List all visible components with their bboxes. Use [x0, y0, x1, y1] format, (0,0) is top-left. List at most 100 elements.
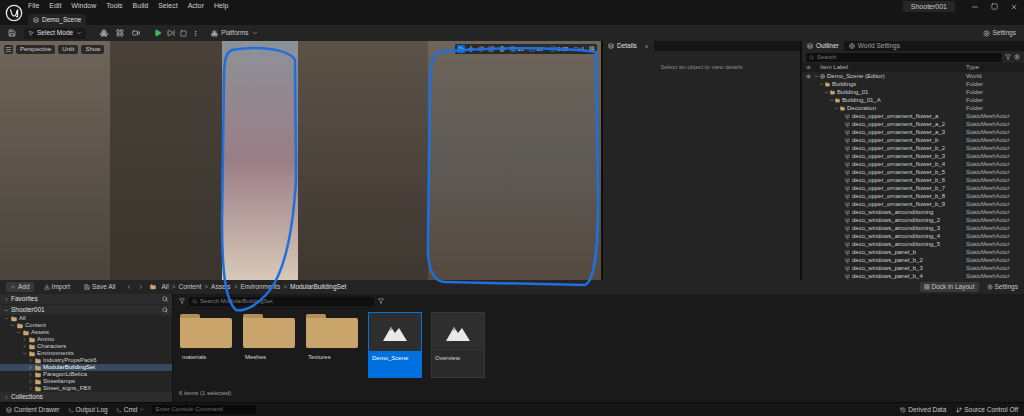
outliner-row[interactable]: deco_upper_ornament_flower_b_9StaticMesh… [802, 200, 1024, 208]
outliner-search[interactable]: Search [806, 53, 1002, 62]
snap-setting[interactable]: 0.25 [550, 45, 569, 54]
expand-arrow-icon[interactable] [28, 365, 33, 370]
column-header[interactable]: Item Label [814, 63, 966, 72]
gear-icon[interactable] [1014, 54, 1020, 60]
menu-item[interactable]: Select [158, 1, 177, 12]
outliner-row[interactable]: deco_windows_airconditioning_5StaticMesh… [802, 240, 1024, 248]
outliner-row[interactable]: deco_windows_panel_b_2StaticMeshActor [802, 256, 1024, 264]
expand-icon[interactable] [4, 308, 9, 313]
eye-icon[interactable] [806, 74, 811, 79]
menu-item[interactable]: Tools [106, 1, 122, 12]
outliner-row[interactable]: deco_windows_airconditioning_2StaticMesh… [802, 216, 1024, 224]
expand-arrow-icon[interactable] [28, 386, 33, 391]
filter-icon[interactable] [179, 298, 185, 304]
folder-tree-item[interactable]: All [0, 315, 172, 322]
save-icon[interactable] [8, 29, 16, 37]
asset-tile[interactable]: Demo_Scene [368, 312, 422, 378]
breadcrumb-item[interactable]: Assets [211, 282, 231, 292]
minimize-icon[interactable] [971, 3, 979, 11]
close-icon[interactable] [1010, 3, 1018, 11]
stop-icon[interactable] [180, 30, 187, 37]
outliner-tab[interactable]: World Settings [844, 41, 905, 51]
outliner-row[interactable]: DecorationFolder [802, 104, 1024, 112]
transform-tool[interactable] [457, 45, 465, 53]
folder-tree-item[interactable]: Streetlamps [0, 378, 172, 385]
world-space-icon[interactable] [499, 46, 505, 52]
expand-arrow-icon[interactable] [829, 98, 834, 103]
menu-item[interactable]: Build [133, 1, 149, 12]
breadcrumb-item[interactable]: Environments [240, 282, 280, 292]
transform-tool[interactable] [467, 45, 475, 53]
cinematics-icon[interactable] [132, 29, 140, 37]
status-button[interactable]: Source Control Off [956, 405, 1018, 415]
status-button[interactable]: Derived Data [900, 405, 946, 415]
outliner-row[interactable]: deco_upper_ornament_flower_b_3StaticMesh… [802, 152, 1024, 160]
outliner-row[interactable]: deco_windows_airconditioning_3StaticMesh… [802, 224, 1024, 232]
view-button[interactable]: Perspective [16, 45, 55, 54]
folder-tree-item[interactable]: Ammo [0, 336, 172, 343]
search-icon[interactable] [162, 296, 168, 302]
folder-tree-item[interactable]: Assets [0, 329, 172, 336]
viewport[interactable]: PerspectiveUnlitShow 10 90° 0.25 4 [0, 41, 601, 280]
outliner-row[interactable]: deco_upper_ornament_flower_b_2StaticMesh… [802, 144, 1024, 152]
favorites-header[interactable]: Favorites [11, 294, 38, 304]
outliner-row[interactable]: Building_01Folder [802, 88, 1024, 96]
level-tab[interactable]: Demo_Scene [28, 14, 86, 25]
outliner-row[interactable]: Demo_Scene (Editor)World [802, 72, 1024, 80]
close-tab-icon[interactable] [644, 44, 649, 49]
dock-button[interactable]: Dock in Layout [920, 282, 979, 292]
status-button[interactable]: Content Drawer [6, 405, 60, 415]
expand-arrow-icon[interactable] [10, 323, 15, 328]
outliner-row[interactable]: deco_windows_panel_b_4StaticMeshActor [802, 272, 1024, 280]
transform-tool[interactable] [487, 45, 495, 53]
breadcrumb-item[interactable]: Content [179, 282, 202, 292]
expand-arrow-icon[interactable] [819, 82, 824, 87]
filter-icon[interactable] [1005, 54, 1011, 60]
expand-arrow-icon[interactable] [22, 351, 27, 356]
menu-item[interactable]: File [28, 1, 39, 12]
cmd-dropdown[interactable]: Cmd [116, 405, 145, 415]
console-input[interactable]: Enter Console Command [152, 405, 256, 414]
status-button[interactable]: Output Log [68, 405, 108, 415]
add-actor-icon[interactable] [100, 29, 108, 37]
viewport-menu-icon[interactable] [4, 45, 13, 54]
folder-tree-item[interactable]: Environments [0, 350, 172, 357]
column-header[interactable]: Type [966, 63, 979, 72]
outliner-row[interactable]: deco_windows_airconditioningStaticMeshAc… [802, 208, 1024, 216]
settings-button[interactable]: Settings [983, 28, 1017, 38]
outliner-row[interactable]: deco_upper_ornament_flower_b_7StaticMesh… [802, 184, 1024, 192]
expand-arrow-icon[interactable] [28, 358, 33, 363]
breadcrumb-item[interactable]: ModularBuildingSet [290, 282, 346, 292]
project-header[interactable]: Shooter001 [11, 305, 45, 315]
outliner-row[interactable]: BuildingsFolder [802, 80, 1024, 88]
maximize-icon[interactable] [991, 3, 998, 10]
expand-arrow-icon[interactable] [814, 74, 819, 79]
folder-tree-item[interactable]: ModularBuildingSet [0, 364, 172, 371]
collections-header[interactable]: Collections [11, 392, 43, 402]
snap-setting[interactable]: 10 [510, 45, 524, 54]
asset-tile[interactable]: Textures [305, 312, 359, 378]
folder-tree-item[interactable]: IndustryPropsPack6 [0, 357, 172, 364]
outliner-row[interactable]: deco_upper_ornament_flower_b_8StaticMesh… [802, 192, 1024, 200]
transform-tool[interactable] [477, 45, 485, 53]
outliner-row[interactable]: deco_upper_ornament_flower_b_4StaticMesh… [802, 160, 1024, 168]
outliner-row[interactable]: deco_upper_ornament_flower_a_3StaticMesh… [802, 128, 1024, 136]
asset-tile[interactable]: Meshes [242, 312, 296, 378]
menu-item[interactable]: Edit [49, 1, 61, 12]
snap-setting[interactable]: 4 [574, 45, 584, 54]
outliner-row[interactable]: deco_upper_ornament_flower_aStaticMeshAc… [802, 112, 1024, 120]
expand-arrow-icon[interactable] [16, 330, 21, 335]
step-icon[interactable] [167, 29, 175, 37]
menu-item[interactable]: Actor [188, 1, 204, 12]
snap-setting[interactable]: 90° [529, 45, 545, 54]
expand-arrow-icon[interactable] [28, 372, 33, 377]
view-button[interactable]: Show [81, 45, 104, 54]
view-button[interactable]: Unlit [58, 45, 78, 54]
folder-tree-item[interactable]: ParagonLtBelica [0, 371, 172, 378]
layout-icon[interactable] [589, 46, 595, 52]
menu-item[interactable]: Window [71, 1, 96, 12]
expand-arrow-icon[interactable] [4, 316, 9, 321]
expand-arrow-icon[interactable] [22, 337, 27, 342]
asset-tile[interactable]: Overview [431, 312, 485, 378]
asset-tile[interactable]: materials [179, 312, 233, 378]
